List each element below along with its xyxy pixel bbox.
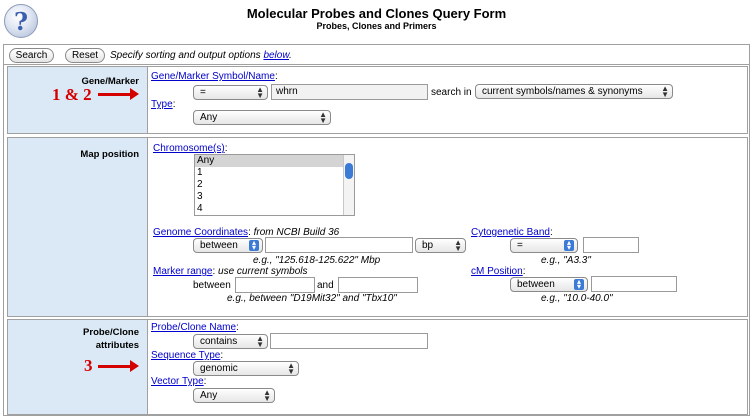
annotation-1-2: 1 & 2 — [52, 85, 92, 104]
updown-arrows-icon: ▲ ▼ — [661, 84, 669, 99]
gene-symbol-input[interactable]: whrn — [271, 84, 428, 100]
coords-unit-select[interactable]: bp ▲ ▼ — [415, 238, 466, 253]
marker-type-select[interactable]: Any ▲ ▼ — [193, 110, 331, 125]
chromosome-listbox[interactable]: Any 1 2 3 4 — [194, 154, 355, 216]
marker-range-label: Marker range: use current symbols — [153, 266, 308, 277]
updown-arrows-icon: ▲ ▼ — [454, 238, 462, 253]
cyto-band-label: Cytogenetic Band: — [471, 227, 553, 238]
marker-to-input[interactable] — [338, 277, 418, 293]
chromosome-option[interactable]: 1 — [195, 167, 354, 179]
coords-operator-select[interactable]: between ▴ ▾ — [193, 238, 263, 253]
annotation-3: 3 — [84, 356, 93, 375]
chromosome-option[interactable]: 3 — [195, 191, 354, 203]
chromosome-label: Chromosome(s): — [153, 143, 228, 154]
coords-example: e.g., "125.618-125.622" Mbp — [253, 255, 381, 266]
updown-arrows-icon: ▲ ▼ — [256, 85, 264, 100]
updown-arrows-icon: ▴ ▾ — [249, 239, 259, 252]
cm-example: e.g., "10.0-40.0" — [541, 293, 613, 304]
updown-arrows-icon: ▲ ▼ — [287, 361, 295, 376]
sequence-type-label: Sequence Type: — [151, 350, 224, 361]
cm-position-help-link[interactable]: cM Position — [471, 266, 523, 277]
page-subtitle: Probes, Clones and Primers — [316, 21, 437, 31]
updown-arrows-icon: ▴ ▾ — [574, 278, 584, 291]
page-title: Molecular Probes and Clones Query Form — [246, 6, 507, 21]
sequence-type-select[interactable]: genomic ▲ ▼ — [193, 361, 299, 376]
probe-name-input[interactable] — [270, 333, 428, 349]
gene-symbol-label: Gene/Marker Symbol/Name: — [151, 71, 278, 82]
cyto-band-input[interactable] — [583, 237, 639, 253]
genome-coords-help-link[interactable]: Genome Coordinates — [153, 227, 248, 238]
cyto-operator-select[interactable]: = ▴ ▾ — [510, 238, 578, 253]
gene-symbol-help-link[interactable]: Gene/Marker Symbol/Name — [151, 71, 275, 82]
gene-marker-section: Gene/Marker Gene/Marker Symbol/Name: = ▲ ▼… — [7, 66, 748, 134]
marker-type-label: Type: — [151, 99, 176, 110]
search-button[interactable]: Search — [9, 48, 54, 63]
vector-type-label: Vector Type: — [151, 376, 207, 387]
marker-type-help-link[interactable]: Type — [151, 99, 173, 110]
updown-arrows-icon: ▲ ▼ — [319, 110, 327, 125]
updown-arrows-icon: ▴ ▾ — [564, 239, 574, 252]
probe-name-label: Probe/Clone Name: — [151, 322, 239, 333]
gene-operator-select[interactable]: = ▲ ▼ — [193, 85, 268, 100]
chromosome-option[interactable]: 2 — [195, 179, 354, 191]
coords-input[interactable] — [265, 237, 413, 253]
vector-type-select[interactable]: Any ▲ ▼ — [193, 388, 275, 403]
below-link[interactable]: below — [263, 50, 289, 61]
chromosome-option[interactable]: Any — [195, 155, 354, 167]
marker-from-input[interactable] — [235, 277, 315, 293]
marker-and-text: and — [317, 280, 334, 291]
updown-arrows-icon: ▲ ▼ — [256, 334, 264, 349]
probe-name-operator-select[interactable]: contains ▲ ▼ — [193, 334, 268, 349]
probe-clone-row-label: Probe/Clone attributes — [83, 327, 139, 351]
probe-clone-fields: Probe/Clone Name: contains ▲ ▼ Sequence Ty… — [149, 320, 747, 414]
chromosome-option[interactable]: 4 — [195, 203, 354, 215]
gene-marker-fields: Gene/Marker Symbol/Name: = ▲ ▼ whrn search… — [149, 67, 747, 133]
search-in-label: search in — [431, 87, 472, 98]
marker-between-text: between — [193, 280, 231, 291]
cyto-band-help-link[interactable]: Cytogenetic Band — [471, 227, 550, 238]
form-toolbar: Search Reset Specify sorting and output … — [4, 45, 749, 65]
cm-position-label: cM Position: — [471, 266, 526, 277]
map-position-row-label: Map position — [80, 149, 139, 160]
probe-name-help-link[interactable]: Probe/Clone Name — [151, 322, 236, 333]
updown-arrows-icon: ▲ ▼ — [263, 388, 271, 403]
scroll-thumb[interactable] — [345, 163, 353, 179]
map-position-label-cell: Map position — [8, 138, 148, 316]
sequence-type-help-link[interactable]: Sequence Type — [151, 350, 220, 361]
cm-position-input[interactable] — [591, 276, 677, 292]
red-arrow-icon — [98, 88, 139, 100]
cyto-example: e.g., "A3.3" — [541, 255, 591, 266]
output-options-hint: Specify sorting and output options below… — [110, 50, 292, 61]
map-position-fields: Chromosome(s): Any 1 2 3 4 Genome Coordi… — [149, 138, 747, 316]
chromosome-scrollbar[interactable] — [343, 155, 354, 215]
chromosome-help-link[interactable]: Chromosome(s) — [153, 143, 225, 154]
reset-button[interactable]: Reset — [65, 48, 105, 63]
query-form: Search Reset Specify sorting and output … — [3, 44, 750, 416]
marker-example: e.g., between "D19Mit32" and "Tbx10" — [227, 293, 397, 304]
red-arrow-icon — [98, 360, 139, 372]
cm-operator-select[interactable]: between ▴ ▾ — [510, 277, 588, 292]
vector-type-help-link[interactable]: Vector Type — [151, 376, 204, 387]
search-in-select[interactable]: current symbols/names & synonyms ▲ ▼ — [475, 84, 673, 99]
page-header: ? Molecular Probes and Clones Query Form… — [0, 0, 753, 40]
map-position-section: Map position Chromosome(s): Any 1 2 3 4 … — [7, 137, 748, 317]
marker-range-help-link[interactable]: Marker range — [153, 266, 212, 277]
